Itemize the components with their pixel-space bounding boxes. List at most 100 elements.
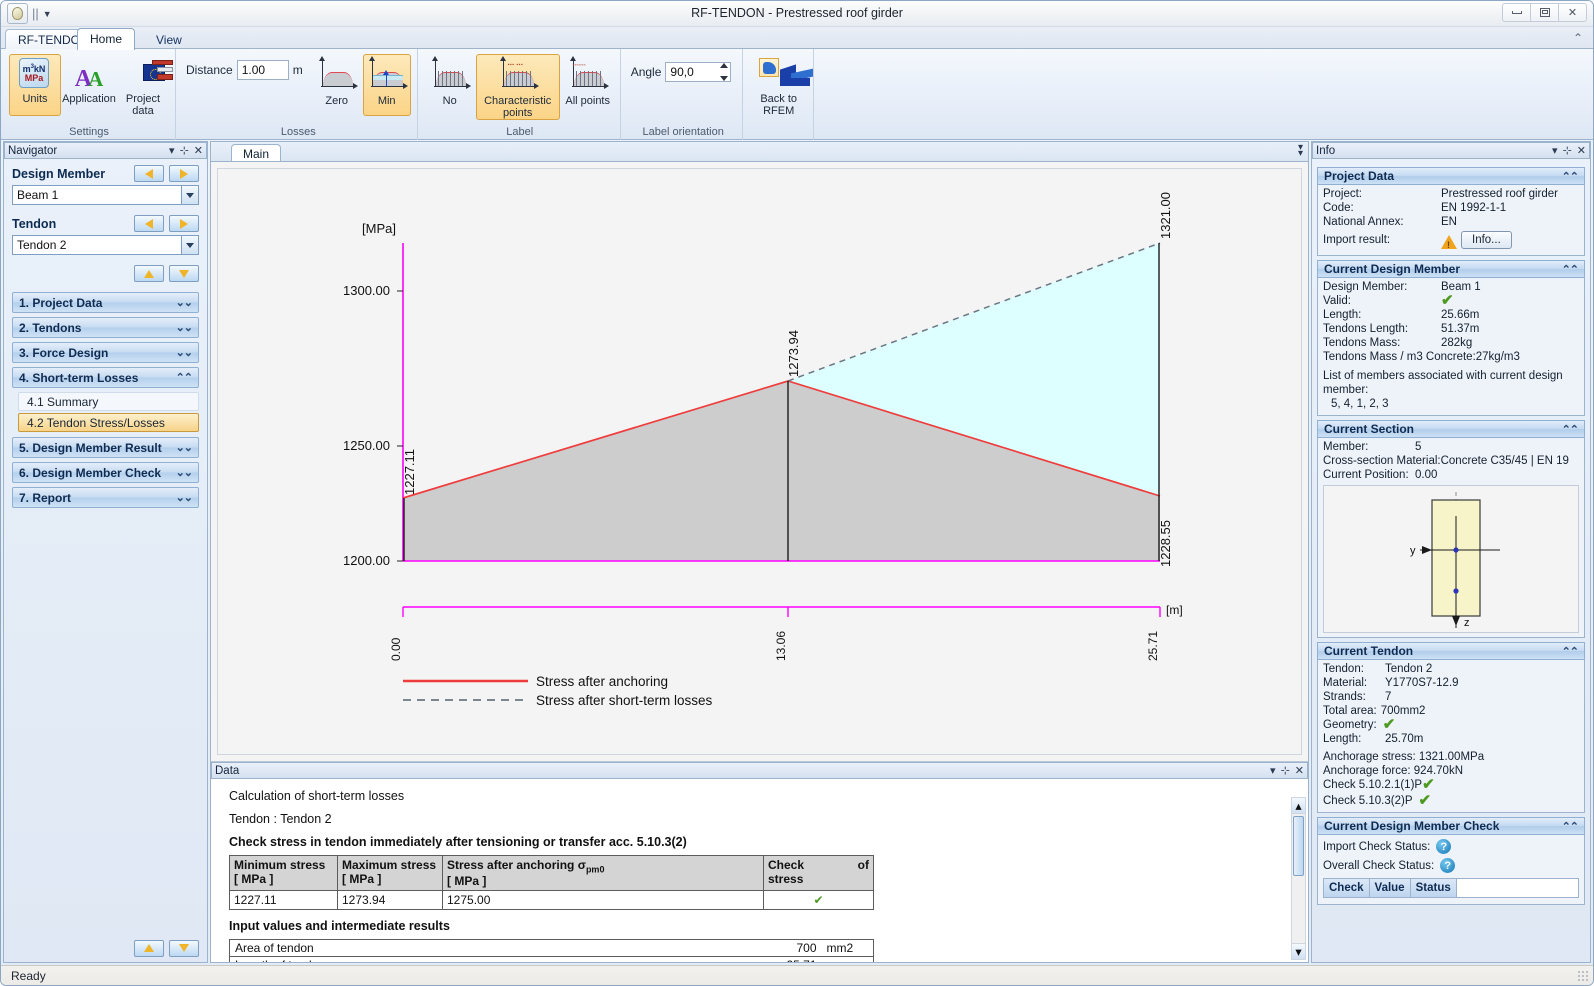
sidebar-label-tendon-stress-losses: 4.2 Tendon Stress/Losses [27,415,165,430]
losses-zero-icon [317,56,358,92]
sidebar-item-report[interactable]: 7. Report ⌄⌄ [12,487,199,508]
label-characteristic-button[interactable]: ▪▪▪ ▪▪▪ Characteristic points [475,54,560,120]
info-panel-menu-icon[interactable]: ▾ [1552,144,1558,157]
sidebar-subitem-summary[interactable]: 4.1 Summary [18,392,199,411]
value-tendons-mass: 282kg [1441,337,1473,349]
losses-min-label: Min [377,95,396,107]
info-section-member-check-header[interactable]: Current Design Member Check ⌃⌃ [1317,817,1585,835]
design-member-prev-button[interactable] [134,165,164,182]
tendon-label: Tendon [12,216,57,231]
input-values-table: Area of tendon 700 mm2 Length of tendon … [229,939,874,962]
tendon-combo-button[interactable] [181,236,198,254]
cell-anchor-stress: 1275.00 [442,890,764,911]
data-panel-pin-icon[interactable]: ⊹ [1281,764,1290,777]
sidebar-label-tendons: 2. Tendons [19,320,82,335]
overall-check-status-icon[interactable]: ? [1440,858,1456,873]
navigator-menu-icon[interactable]: ▾ [169,144,175,157]
tab-view[interactable]: View [143,29,195,50]
navigator-footer [4,934,207,962]
maximize-button[interactable] [1530,3,1559,22]
design-member-header: Design Member [12,165,199,182]
sidebar-subitem-tendon-stress-losses[interactable]: 4.2 Tendon Stress/Losses [18,413,199,432]
import-info-button[interactable]: Info... [1461,231,1512,249]
label-no-button[interactable]: No [426,54,474,116]
label-all-button[interactable]: ▪▪▪▪▪▪▪ All points [562,54,614,116]
chevron-double-up-icon[interactable]: ⌃⌃ [1562,170,1579,183]
application-button[interactable]: AA Application [62,54,116,116]
tendon-header: Tendon [12,215,199,232]
angle-label: Angle [630,65,662,79]
units-label: Units [22,93,48,105]
chevron-down-icon [186,192,194,198]
value-member: 5 [1415,441,1422,453]
chevron-double-up-icon[interactable]: ⌃⌃ [1562,423,1579,436]
label-no-label: No [442,95,457,107]
scrollbar-thumb[interactable] [1293,816,1304,876]
chevron-double-up-icon[interactable]: ⌃⌃ [1562,820,1579,833]
losses-min-button[interactable]: Min [362,54,411,116]
navigator-scroll-up-button[interactable] [134,939,164,957]
ribbon-collapse-icon[interactable]: ⌃ [1573,31,1583,45]
tab-home[interactable]: Home [77,28,136,50]
chart-canvas: [MPa] 1200.00 1250.00 1300.00 1227.11 12… [217,168,1302,755]
navigator-step-buttons [12,265,199,282]
sidebar-item-force-design[interactable]: 3. Force Design ⌄⌄ [12,342,199,363]
info-panel-pin-icon[interactable]: ⊹ [1563,144,1572,157]
check-results-table[interactable]: Check Value Status [1323,878,1579,898]
data-panel-body: Calculation of short-term losses Tendon … [211,779,1308,962]
chevron-double-up-icon[interactable]: ⌃⌃ [1562,263,1579,276]
close-button[interactable]: ✕ [1558,3,1587,22]
chevron-double-up-icon[interactable]: ⌃⌃ [1562,645,1579,658]
angle-spinner-arrows[interactable] [717,63,730,81]
data-panel-close-icon[interactable]: ✕ [1295,764,1304,777]
label-overall-check-status: Overall Check Status: [1323,859,1435,872]
project-data-button[interactable]: Project data [117,54,173,118]
scroll-up-icon[interactable]: ▴ [1292,798,1305,814]
design-member-next-button[interactable] [169,165,199,182]
minimize-icon [1511,11,1522,14]
navigator-scroll-down-button[interactable] [169,939,199,957]
arrow-up-icon [144,269,154,278]
back-to-rfem-button[interactable]: Back to RFEM [751,54,813,118]
info-panel-close-icon[interactable]: ✕ [1577,144,1586,157]
legend-label-anchoring: Stress after anchoring [536,674,668,689]
step-up-button[interactable] [134,265,164,282]
sidebar-item-short-term-losses[interactable]: 4. Short-term Losses ⌃⌃ [12,367,199,388]
sidebar-item-project-data[interactable]: 1. Project Data ⌄⌄ [12,292,199,313]
units-button[interactable]: m3kN MPa Units [9,54,61,116]
data-panel-scrollbar[interactable]: ▴ ▾ [1291,797,1306,960]
navigator-close-icon[interactable]: ✕ [194,144,203,157]
cross-section-preview[interactable]: y z [1323,485,1579,633]
sidebar-item-tendons[interactable]: 2. Tendons ⌄⌄ [12,317,199,338]
tendon-prev-button[interactable] [134,215,164,232]
navigator-pin-icon[interactable]: ⊹ [180,144,189,157]
step-down-button[interactable] [169,265,199,282]
distance-input[interactable] [236,60,289,80]
data-panel-menu-icon[interactable]: ▾ [1270,764,1276,777]
table-row: Length of tendon 25.71 m [229,956,874,962]
main-tab-overflow-icon[interactable]: ▾ ▾ [1298,143,1303,159]
info-section-project-data-header[interactable]: Project Data ⌃⌃ [1317,167,1585,185]
info-section-design-member-header[interactable]: Current Design Member ⌃⌃ [1317,260,1585,278]
chart-area[interactable]: [MPa] 1200.00 1250.00 1300.00 1227.11 12… [211,162,1308,762]
chevron-double-up-icon: ⌃⌃ [175,372,193,384]
work-area: Navigator ▾ ⊹ ✕ Design Member Beam 1 Ten… [1,140,1593,965]
arrow-up-icon [144,944,154,952]
scroll-down-icon[interactable]: ▾ [1292,943,1305,959]
design-member-combo-button[interactable] [181,186,198,204]
design-member-combo[interactable]: Beam 1 [12,185,199,205]
sidebar-item-design-member-check[interactable]: 6. Design Member Check ⌄⌄ [12,462,199,483]
losses-zero-button[interactable]: Zero [313,54,361,116]
ribbon-group-back: Back to RFEM [743,49,814,140]
close-icon: ✕ [1567,7,1578,19]
info-section-current-tendon-header[interactable]: Current Tendon ⌃⌃ [1317,642,1585,660]
info-section-current-section-header[interactable]: Current Section ⌃⌃ [1317,420,1585,438]
minimize-button[interactable] [1502,3,1531,22]
angle-stepper[interactable] [665,62,732,82]
sidebar-item-design-member-result[interactable]: 5. Design Member Result ⌄⌄ [12,437,199,458]
tendon-combo[interactable]: Tendon 2 [12,235,199,255]
tendon-next-button[interactable] [169,215,199,232]
import-check-status-icon[interactable]: ? [1436,839,1452,854]
th-maximum-stress-l2: [ MPa ] [342,872,382,886]
resize-grip-icon[interactable] [1577,970,1589,982]
